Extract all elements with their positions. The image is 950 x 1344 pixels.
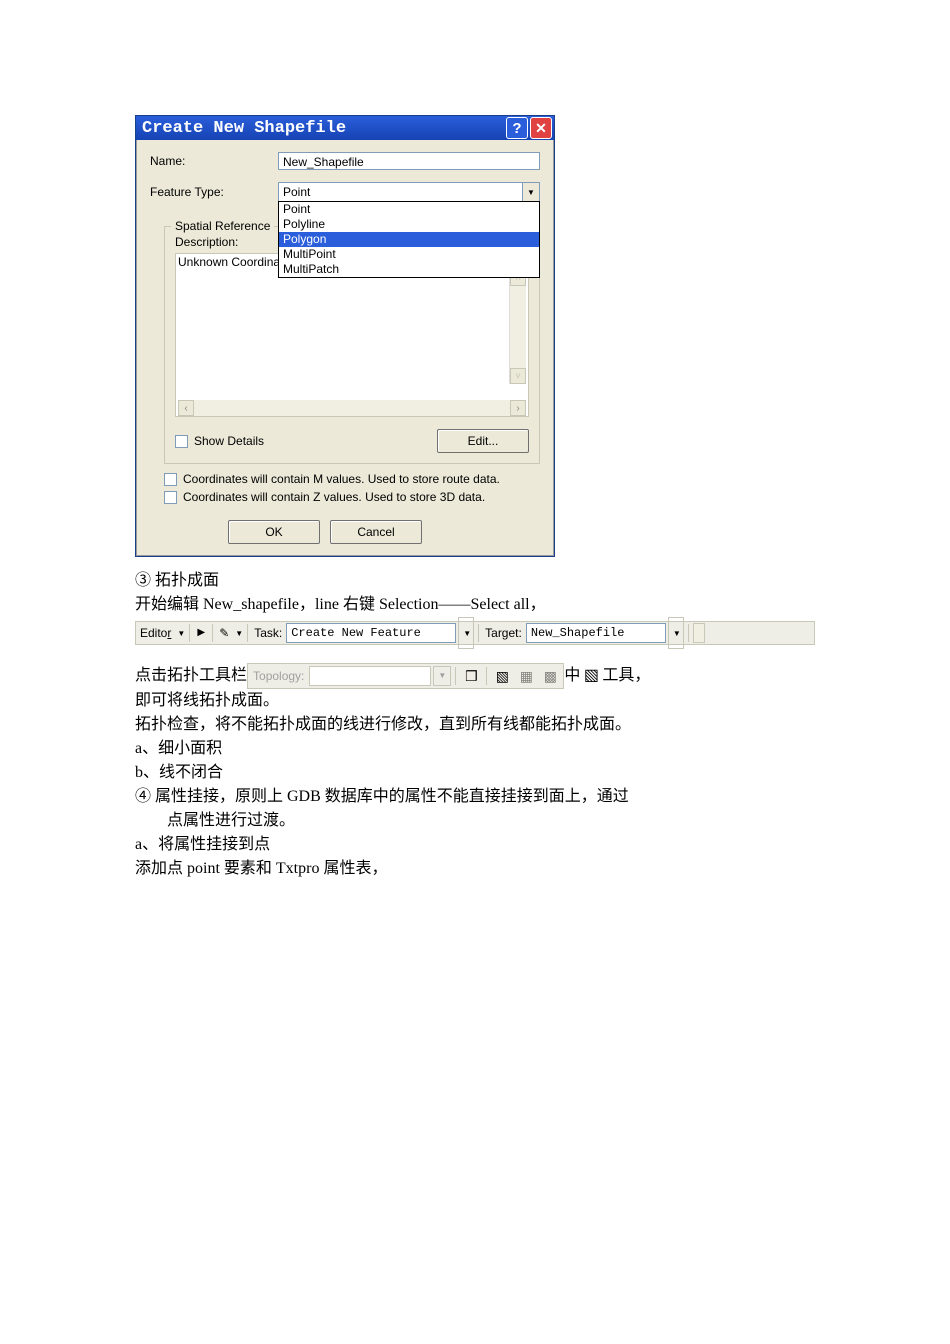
editor-menu[interactable]: Editor — [138, 621, 173, 645]
titlebar: Create New Shapefile ? ✕ — [136, 116, 554, 140]
name-input[interactable]: New_Shapefile — [278, 152, 540, 170]
editor-toolbar: Editor Task: Create New Feature Target: … — [135, 621, 815, 645]
text-line: 添加点 point 要素和 Txtpro 属性表， — [135, 857, 815, 881]
text-line: 拓扑检查，将不能拓扑成面的线进行修改，直到所有线都能拓扑成面。 — [135, 713, 815, 737]
combo-item-point[interactable]: Point — [279, 202, 539, 217]
text-line: a、细小面积 — [135, 737, 815, 761]
target-label: Target: — [483, 621, 524, 645]
topology-toolbar: Topology: ▼ ❒ ▧ ▦ ▩ — [247, 663, 564, 689]
chevron-down-icon[interactable] — [522, 183, 539, 201]
combo-item-polyline[interactable]: Polyline — [279, 217, 539, 232]
cancel-button[interactable]: Cancel — [330, 520, 422, 544]
combo-item-polygon[interactable]: Polygon — [279, 232, 539, 247]
topology-build-icon[interactable]: ▧ — [491, 666, 513, 686]
scroll-right-icon[interactable]: › — [510, 400, 526, 416]
scroll-down-icon[interactable]: ˅ — [510, 368, 526, 384]
zvalues-label: Coordinates will contain Z values. Used … — [183, 490, 485, 504]
dialog-title: Create New Shapefile — [142, 119, 504, 138]
topology-input[interactable] — [309, 666, 431, 686]
text-line: a、将属性挂接到点 — [135, 833, 815, 857]
mvalues-checkbox[interactable] — [164, 473, 177, 486]
horizontal-scrollbar[interactable]: ‹ › — [178, 400, 526, 416]
help-button[interactable]: ? — [506, 117, 528, 139]
show-details-label: Show Details — [194, 434, 264, 448]
text-line: ④ 属性挂接，原则上 GDB 数据库中的属性不能直接挂接到面上，通过 — [135, 785, 815, 809]
text-line: ③ 拓扑成面 — [135, 569, 815, 593]
combo-item-multipatch[interactable]: MultiPatch — [279, 262, 539, 277]
mvalues-label: Coordinates will contain M values. Used … — [183, 472, 500, 486]
text-line: 即可将线拓扑成面。 — [135, 689, 815, 713]
feature-type-combo[interactable]: Point — [278, 182, 540, 202]
scroll-left-icon[interactable]: ‹ — [178, 400, 194, 416]
chevron-down-icon[interactable] — [233, 620, 243, 646]
pencil-icon[interactable] — [217, 626, 231, 640]
topology-construct-icon[interactable]: ▧ — [580, 666, 602, 686]
topology-tool-icon[interactable]: ❒ — [460, 666, 482, 686]
chevron-down-icon[interactable] — [458, 617, 474, 649]
close-button[interactable]: ✕ — [530, 117, 552, 139]
vertical-scrollbar[interactable]: ˄ ˅ — [509, 270, 526, 384]
edit-button[interactable]: Edit... — [437, 429, 529, 453]
spatial-reference-legend: Spatial Reference — [171, 219, 274, 233]
text-line: 工具， — [602, 664, 650, 688]
text-line: 中 — [564, 664, 580, 688]
show-details-checkbox[interactable] — [175, 435, 188, 448]
text-line: 开始编辑 New_shapefile，line 右键 Selection——Se… — [135, 593, 815, 617]
chevron-down-icon[interactable] — [668, 617, 684, 649]
target-input[interactable]: New_Shapefile — [526, 623, 666, 643]
chevron-down-icon[interactable]: ▼ — [433, 666, 451, 686]
task-label: Task: — [252, 621, 284, 645]
combo-item-multipoint[interactable]: MultiPoint — [279, 247, 539, 262]
topology-label: Topology: — [250, 664, 307, 688]
feature-type-dropdown[interactable]: Point Polyline Polygon MultiPoint MultiP… — [278, 201, 540, 278]
name-label: Name: — [150, 154, 278, 168]
task-input[interactable]: Create New Feature — [286, 623, 456, 643]
text-line: b、线不闭合 — [135, 761, 815, 785]
play-icon[interactable] — [194, 626, 208, 640]
text-line: 点击拓扑工具栏 — [135, 664, 247, 688]
topology-validate-icon[interactable]: ▦ — [515, 666, 537, 686]
create-shapefile-dialog: Create New Shapefile ? ✕ Name: New_Shape… — [135, 115, 555, 557]
feature-type-label: Feature Type: — [150, 185, 278, 199]
chevron-down-icon[interactable] — [175, 620, 185, 646]
toolbar-end-icon — [693, 623, 705, 643]
ok-button[interactable]: OK — [228, 520, 320, 544]
text-line: 点属性进行过渡。 — [135, 809, 815, 833]
topology-fix-icon[interactable]: ▩ — [539, 666, 561, 686]
feature-type-value: Point — [279, 185, 522, 199]
zvalues-checkbox[interactable] — [164, 491, 177, 504]
